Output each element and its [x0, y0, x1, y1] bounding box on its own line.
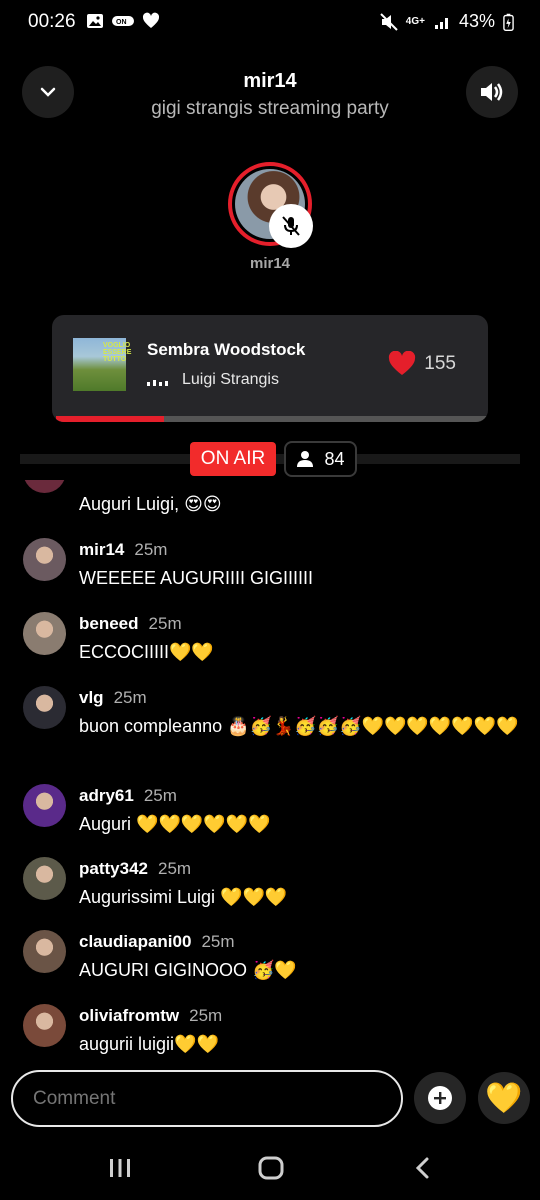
svg-text:ON: ON — [116, 19, 127, 26]
battery-percent: 43% — [458, 11, 495, 31]
user-avatar[interactable] — [23, 538, 66, 581]
message-time: 25m — [113, 688, 147, 707]
recent-apps-button[interactable] — [100, 1152, 140, 1184]
username[interactable]: mir14 — [79, 540, 124, 559]
message-text: Auguri 💛💛💛💛💛💛 — [79, 814, 271, 834]
comment-input[interactable] — [11, 1070, 403, 1127]
user-avatar[interactable] — [23, 1004, 66, 1047]
user-avatar[interactable] — [23, 857, 66, 900]
user-avatar[interactable] — [23, 784, 66, 827]
track-title: Sembra Woodstock — [147, 340, 306, 359]
username[interactable]: oliviafromtw — [79, 1006, 179, 1025]
page-subtitle: gigi strangis streaming party — [151, 98, 389, 119]
volume-icon — [481, 83, 503, 101]
host-mic-muted-badge — [269, 204, 313, 248]
message-text: WEEEEE AUGURIIII GIGIIIIII — [79, 568, 314, 588]
message-text: augurii luigii💛💛 — [79, 1034, 219, 1054]
username[interactable]: beneed — [79, 614, 139, 633]
home-icon — [258, 1156, 284, 1180]
send-heart-button[interactable]: 💛 — [478, 1072, 530, 1124]
status-time: 00:26 — [28, 11, 76, 32]
username[interactable]: patty342 — [79, 859, 148, 878]
message-time: 25m — [189, 1006, 223, 1025]
user-avatar[interactable] — [23, 930, 66, 973]
volume-button[interactable] — [466, 66, 518, 118]
host-name: mir14 — [249, 255, 291, 272]
message-text: buon compleanno 🎂🥳💃🥳🥳🥳💛💛💛💛💛💛💛 — [79, 716, 519, 736]
gallery-icon — [87, 14, 103, 28]
username[interactable]: adry61 — [79, 786, 134, 805]
status-bar: 00:26 ON 4G+ 43% — [0, 0, 540, 44]
user-avatar[interactable] — [23, 480, 66, 493]
equalizer-icon — [147, 374, 168, 386]
add-button[interactable] — [414, 1072, 466, 1124]
message-text: ECCOCIIIII💛💛 — [79, 642, 214, 662]
message-time: 25m — [134, 540, 168, 559]
listeners-button[interactable]: 84 — [284, 441, 357, 477]
recent-apps-icon — [110, 1159, 130, 1177]
now-playing-card[interactable]: VOGLIO ESSERE TUTTO Sembra Woodstock Lui… — [52, 315, 488, 422]
network-type: 4G+ — [405, 16, 425, 27]
message-time: 25m — [143, 786, 177, 805]
message-time: 25m — [157, 859, 192, 878]
playback-progress — [56, 416, 488, 422]
message-time: 25m — [148, 614, 182, 633]
battery-charging-icon — [503, 13, 514, 31]
signal-icon — [434, 17, 448, 29]
album-art: VOGLIO ESSERE TUTTO — [73, 338, 131, 391]
username[interactable]: vlg — [79, 688, 104, 707]
message-text: AUGURI GIGINOOO 🥳💛 — [79, 960, 297, 980]
message-time: 25m — [201, 932, 235, 951]
home-button[interactable] — [251, 1152, 291, 1184]
username[interactable]: claudiapani00 — [79, 932, 191, 951]
track-artist: Luigi Strangis — [182, 371, 279, 388]
playback-progress-fill — [56, 416, 164, 422]
back-button[interactable] — [403, 1152, 443, 1184]
page-title: mir14 — [243, 70, 297, 92]
like-button[interactable]: 155 — [388, 351, 456, 377]
message-text: Augurissimi Luigi 💛💛💛 — [79, 887, 288, 907]
person-icon — [297, 451, 314, 467]
on-air-badge: ON AIR — [190, 442, 276, 476]
system-nav-bar — [0, 1140, 540, 1200]
chat-list[interactable]: Auguri Luigi, 😍😍 mir14 25m WEEEEE AUGURII… — [0, 480, 540, 1064]
message-text: Auguri Luigi, 😍😍 — [79, 494, 222, 514]
mic-off-icon — [282, 216, 300, 236]
mute-icon — [380, 12, 398, 31]
heart-notification-icon — [142, 12, 160, 28]
like-count: 155 — [424, 353, 456, 374]
album-art-text: VOGLIO ESSERE TUTTO — [103, 342, 132, 363]
on-notification-icon: ON — [112, 16, 134, 26]
plus-circle-icon — [428, 1086, 452, 1110]
user-avatar[interactable] — [23, 612, 66, 655]
heart-icon — [389, 351, 416, 375]
listener-count: 84 — [324, 448, 345, 469]
user-avatar[interactable] — [23, 686, 66, 729]
back-icon — [415, 1157, 429, 1179]
